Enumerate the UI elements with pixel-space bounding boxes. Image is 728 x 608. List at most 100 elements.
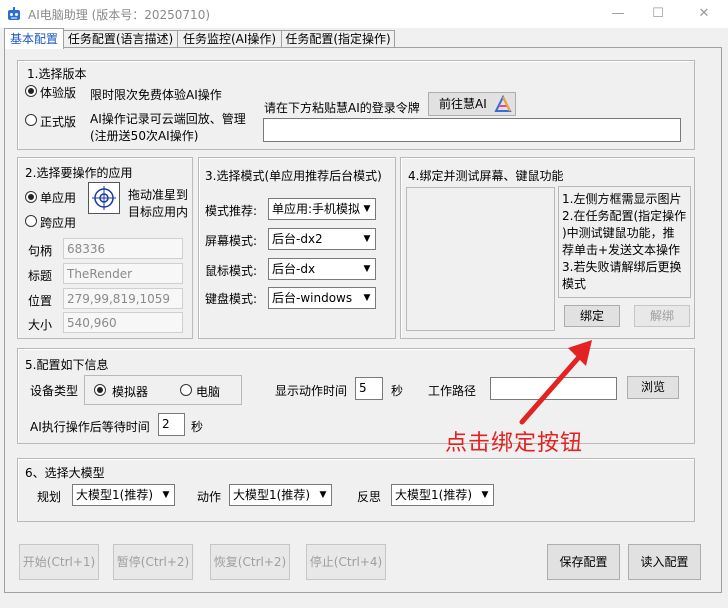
mouse-mode-label: 鼠标模式: <box>205 264 258 278</box>
mode-recommend-select[interactable]: 单应用:手机模拟 ▼ <box>268 198 376 220</box>
window-title: AI电脑助理 (版本号：20250710) <box>28 8 211 22</box>
action-model-select[interactable]: 大模型1(推荐) ▼ <box>229 484 332 506</box>
minimize-button[interactable]: — <box>596 0 640 28</box>
action-time-input[interactable]: 5 <box>355 377 383 400</box>
single-app-radio[interactable] <box>25 191 37 203</box>
keyboard-mode-value: 后台-windows <box>272 291 353 305</box>
plan-label: 规划 <box>37 490 62 504</box>
goto-huiai-button[interactable]: 前往慧AI <box>428 92 516 116</box>
mouse-mode-select[interactable]: 后台-dx ▼ <box>268 258 376 280</box>
wait-time-label: AI执行操作后等待时间 <box>30 420 150 434</box>
bind-info-line: 模式 <box>562 277 587 291</box>
plan-model-select[interactable]: 大模型1(推荐) ▼ <box>72 484 175 506</box>
cross-app-label[interactable]: 跨应用 <box>40 214 76 231</box>
bind-info-line: )中测试键鼠功能，推 <box>562 226 675 240</box>
cross-app-radio[interactable] <box>25 215 37 227</box>
bind-button[interactable]: 绑定 <box>564 305 620 327</box>
pause-button[interactable]: 暂停(Ctrl+2) <box>113 544 193 580</box>
resume-button[interactable]: 恢复(Ctrl+2) <box>210 544 290 580</box>
tab-basic-config[interactable]: 基本配置 <box>4 28 64 49</box>
position-field: 279,99,819,1059 <box>63 288 183 309</box>
load-config-button[interactable]: 读入配置 <box>628 544 701 580</box>
drag-hint-line2: 目标应用内 <box>128 205 189 219</box>
mode-recommend-label: 模式推荐: <box>205 204 258 218</box>
wait-time-input[interactable]: 2 <box>158 413 185 436</box>
screen-preview-box <box>406 187 555 331</box>
title-label: 标题 <box>28 269 53 283</box>
goto-huiai-label: 前往慧AI <box>439 97 487 111</box>
handle-field: 68336 <box>63 238 183 259</box>
crosshair-icon <box>92 186 116 210</box>
size-field: 540,960 <box>63 312 183 333</box>
chevron-down-icon: ▼ <box>319 490 327 500</box>
annotation-arrow-icon <box>519 340 592 425</box>
pro-bonus: (注册送50次AI操作) <box>90 129 199 143</box>
unbind-button[interactable]: 解绑 <box>634 305 690 327</box>
maximize-button[interactable]: ☐ <box>636 0 680 28</box>
trial-label[interactable]: 体验版 <box>40 84 76 101</box>
reflect-model-select[interactable]: 大模型1(推荐) ▼ <box>391 484 494 506</box>
device-type-label: 设备类型 <box>30 384 79 398</box>
annotation-text: 点击绑定按钮 <box>445 431 584 456</box>
model-header: 6、选择大模型 <box>25 466 105 480</box>
chevron-down-icon: ▼ <box>363 204 371 214</box>
robot-app-icon <box>8 7 20 20</box>
token-label: 请在下方粘贴慧AI的登录令牌 <box>264 101 420 115</box>
huiai-logo-icon <box>494 95 512 112</box>
pro-radio[interactable] <box>25 114 37 126</box>
keyboard-mode-select[interactable]: 后台-windows ▼ <box>268 287 376 309</box>
start-button[interactable]: 开始(Ctrl+1) <box>19 544 99 580</box>
workpath-label: 工作路径 <box>428 384 477 398</box>
tab-task-config-language[interactable]: 任务配置(语言描述) <box>63 30 178 48</box>
trial-radio[interactable] <box>25 85 37 97</box>
action-model-value: 大模型1(推荐) <box>233 488 310 502</box>
mode-recommend-value: 单应用:手机模拟 <box>272 202 361 216</box>
chevron-down-icon: ▼ <box>162 490 170 500</box>
handle-label: 句柄 <box>28 244 53 258</box>
action-time-unit: 秒 <box>391 384 404 398</box>
save-config-button[interactable]: 保存配置 <box>547 544 620 580</box>
chevron-down-icon: ▼ <box>363 234 371 244</box>
crosshair-drag-handle[interactable] <box>88 182 120 214</box>
trial-desc: 限时限次免费体验AI操作 <box>90 88 222 102</box>
reflect-model-value: 大模型1(推荐) <box>395 488 472 502</box>
pc-radio[interactable] <box>180 384 192 396</box>
bind-info-line: 荐单击+发送文本操作 <box>562 243 681 257</box>
browse-button[interactable]: 浏览 <box>627 376 679 399</box>
plan-model-value: 大模型1(推荐) <box>76 488 153 502</box>
screen-mode-value: 后台-dx2 <box>272 232 323 246</box>
keyboard-mode-label: 键盘模式: <box>205 292 258 306</box>
mouse-mode-value: 后台-dx <box>272 262 316 276</box>
pro-desc: AI操作记录可云端回放、管理 <box>90 112 246 126</box>
wait-time-unit: 秒 <box>191 420 204 434</box>
bind-info-box: 1.左侧方框需显示图片 2.在任务配置(指定操作 )中测试键鼠功能，推 荐单击+… <box>558 186 691 298</box>
token-input[interactable] <box>263 118 681 142</box>
size-label: 大小 <box>28 318 53 332</box>
emulator-label[interactable]: 模拟器 <box>112 383 148 400</box>
pro-label[interactable]: 正式版 <box>40 113 76 130</box>
chevron-down-icon: ▼ <box>363 264 371 274</box>
screen-mode-label: 屏幕模式: <box>205 234 258 248</box>
title-bar: AI电脑助理 (版本号：20250710) — ☐ ✕ <box>0 0 728 28</box>
single-app-label[interactable]: 单应用 <box>40 189 76 206</box>
bind-header: 4.绑定并测试屏幕、键鼠功能 <box>408 169 564 183</box>
action-model-label: 动作 <box>197 490 222 504</box>
drag-hint-line1: 拖动准星到 <box>128 188 189 202</box>
stop-button[interactable]: 停止(Ctrl+4) <box>306 544 386 580</box>
tab-task-monitor[interactable]: 任务监控(AI操作) <box>177 30 282 48</box>
mode-header: 3.选择模式(单应用推荐后台模式) <box>205 169 382 183</box>
bind-info-line: 1.左侧方框需显示图片 <box>562 192 682 206</box>
screen-mode-select[interactable]: 后台-dx2 ▼ <box>268 228 376 250</box>
config-header: 5.配置如下信息 <box>25 358 109 372</box>
chevron-down-icon: ▼ <box>363 293 371 303</box>
position-label: 位置 <box>28 294 53 308</box>
bind-info-line: 2.在任务配置(指定操作 <box>562 209 687 223</box>
close-button[interactable]: ✕ <box>682 0 726 28</box>
version-header: 1.选择版本 <box>27 67 87 81</box>
title-field: TheRender <box>63 263 183 284</box>
bind-info-line: 3.若失败请解绑后更换 <box>562 260 682 274</box>
pc-label[interactable]: 电脑 <box>196 383 220 400</box>
tab-task-config-specified[interactable]: 任务配置(指定操作) <box>281 30 395 48</box>
emulator-radio[interactable] <box>94 384 106 396</box>
app-header: 2.选择要操作的应用 <box>25 166 133 180</box>
